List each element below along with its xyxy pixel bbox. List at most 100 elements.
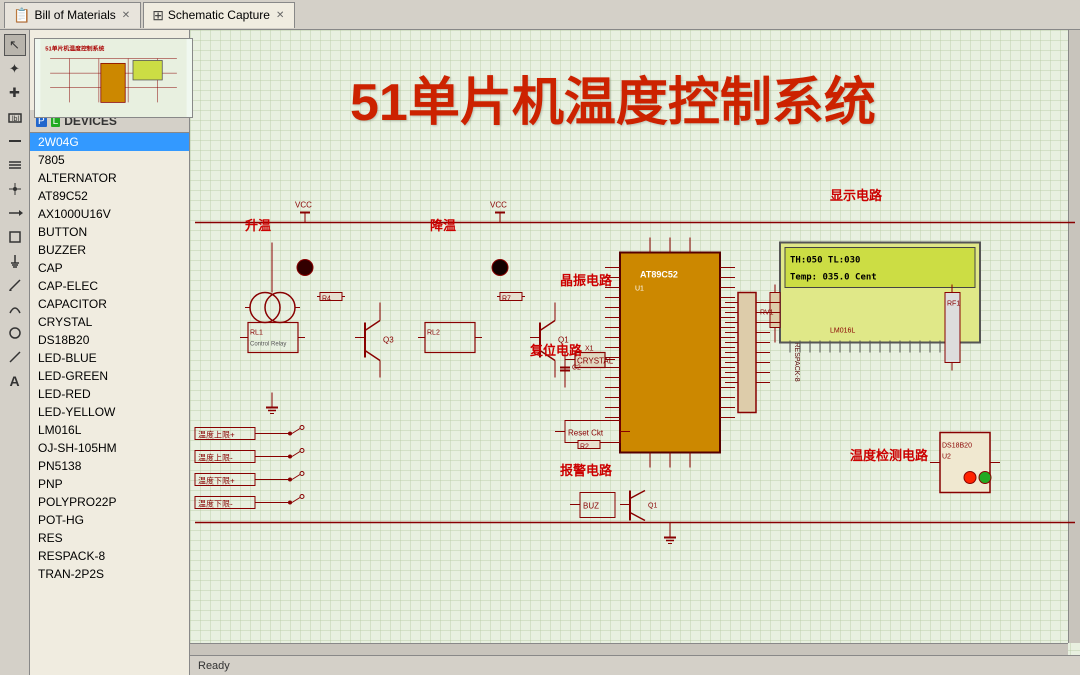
label-alarm-circuit: 报警电路 (560, 460, 612, 479)
device-item-LED-BLUE[interactable]: LED-BLUE (30, 349, 189, 367)
device-item-OJ-SH-105HM[interactable]: OJ-SH-105HM (30, 439, 189, 457)
device-item-AT89C52[interactable]: AT89C52 (30, 187, 189, 205)
tool-bus[interactable] (4, 154, 26, 176)
tab-bom[interactable]: 📋 Bill of Materials ✕ (4, 2, 141, 28)
tool-move[interactable]: ✦ (4, 58, 26, 80)
tool-text[interactable]: A (4, 370, 26, 392)
device-item-CAP-ELEC[interactable]: CAP-ELEC (30, 277, 189, 295)
thumbnail: 51单片机温度控制系统 (34, 38, 193, 118)
left-toolbar: ↖ ✦ ✚ lbl (0, 30, 30, 675)
tool-arrow[interactable] (4, 202, 26, 224)
svg-text:BUZ: BUZ (583, 502, 599, 511)
svg-text:温度上限+: 温度上限+ (198, 430, 235, 440)
side-panel: 51单片机温度控制系统 P L DE (30, 30, 190, 675)
tool-circle[interactable] (4, 322, 26, 344)
temp-detect-circuit: DS18B20 U2 (930, 433, 1000, 493)
vcc-1: VCC (295, 201, 312, 223)
device-item-BUTTON[interactable]: BUTTON (30, 223, 189, 241)
tab-bom-close[interactable]: ✕ (120, 9, 132, 22)
device-item-RES[interactable]: RES (30, 529, 189, 547)
relay-rl2: RL2 (418, 323, 482, 353)
resistor-r2: R2 (578, 441, 600, 451)
relay-rl1: RL1 Control Relay (240, 323, 305, 353)
temp-lower-minus: 温度下限- (195, 497, 280, 509)
temp-upper-minus: 温度上限- (195, 451, 280, 463)
mcu-at89c52: AT89C52 U1 (605, 238, 735, 468)
svg-text:U1: U1 (635, 286, 644, 293)
device-item-LED-GREEN[interactable]: LED-GREEN (30, 367, 189, 385)
reset-circuit: Reset Ckt (555, 421, 630, 443)
device-item-PN5138[interactable]: PN5138 (30, 457, 189, 475)
schematic-title: 51单片机温度控制系统 (350, 60, 876, 135)
svg-text:AT89C52: AT89C52 (640, 270, 678, 280)
resistor-r4: R4 (317, 293, 345, 303)
label-up-temp: 升温 (245, 215, 271, 234)
temp-lower-plus: 温度下限+ (195, 474, 280, 486)
tool-select[interactable]: ↖ (4, 34, 26, 56)
label-temp-detect: 温度检测电路 (850, 445, 928, 464)
svg-text:温度下限+: 温度下限+ (198, 476, 235, 486)
temp-upper-plus: 温度上限+ (195, 428, 280, 440)
transistor-q-alarm: Q1 (620, 491, 657, 521)
label-reset-circuit: 复位电路 (530, 340, 582, 359)
main-container: ↖ ✦ ✚ lbl (0, 30, 1080, 675)
tab-schematic[interactable]: ⊞ Schematic Capture ✕ (143, 2, 295, 28)
svg-text:R7: R7 (502, 296, 511, 303)
alarm-circuit: BUZ (570, 493, 615, 518)
tool-junction[interactable] (4, 178, 26, 200)
device-item-2W04G[interactable]: 2W04G (30, 133, 189, 151)
schematic-icon: ⊞ (152, 7, 164, 24)
svg-text:R4: R4 (322, 296, 331, 303)
svg-text:51单片机温度控制系统: 51单片机温度控制系统 (45, 45, 104, 53)
device-item-BUZZER[interactable]: BUZZER (30, 241, 189, 259)
tool-wire[interactable] (4, 130, 26, 152)
vcc-2: VCC (490, 201, 507, 223)
device-item-CAPACITOR[interactable]: CAPACITOR (30, 295, 189, 313)
svg-text:温度下限-: 温度下限- (198, 499, 233, 509)
device-item-POLYPRO22P[interactable]: POLYPRO22P (30, 493, 189, 511)
gnd-2 (664, 523, 676, 544)
device-item-RESPACK-8[interactable]: RESPACK-8 (30, 547, 189, 565)
resistor-r7: R7 (497, 293, 525, 303)
tool-component[interactable] (4, 226, 26, 248)
tool-power[interactable] (4, 250, 26, 272)
device-item-LED-YELLOW[interactable]: LED-YELLOW (30, 403, 189, 421)
svg-text:Control Relay: Control Relay (250, 342, 286, 348)
device-item-CAP[interactable]: CAP (30, 259, 189, 277)
svg-text:DS18B20: DS18B20 (942, 443, 972, 450)
svg-text:C2: C2 (572, 365, 581, 372)
potentiometer-rv1: RV1 (760, 285, 780, 343)
device-item-ALTERNATOR[interactable]: ALTERNATOR (30, 169, 189, 187)
device-item-CRYSTAL[interactable]: CRYSTAL (30, 313, 189, 331)
tab-schematic-close[interactable]: ✕ (274, 9, 286, 22)
device-item-PNP[interactable]: PNP (30, 475, 189, 493)
svg-text:lbl: lbl (12, 116, 19, 123)
device-item-LM016L[interactable]: LM016L (30, 421, 189, 439)
svg-text:R2: R2 (580, 444, 589, 451)
device-item-7805[interactable]: 7805 (30, 151, 189, 169)
tool-label[interactable]: lbl (4, 106, 26, 128)
label-display-circuit: 显示电路 (830, 185, 882, 204)
tool-line[interactable] (4, 346, 26, 368)
tool-add[interactable]: ✚ (4, 82, 26, 104)
device-item-AX1000U16V[interactable]: AX1000U16V (30, 205, 189, 223)
tab-bar: 📋 Bill of Materials ✕ ⊞ Schematic Captur… (0, 0, 1080, 30)
svg-text:RESPACK-8: RESPACK-8 (793, 343, 800, 382)
alternator-component (245, 243, 300, 323)
tool-pencil[interactable] (4, 274, 26, 296)
device-item-TRAN-2P2S[interactable]: TRAN-2P2S (30, 565, 189, 583)
tab-schematic-label: Schematic Capture (168, 8, 270, 22)
schematic-area[interactable]: 51单片机温度控制系统 RL1 Control Relay (190, 30, 1080, 675)
rf1-component: RF1 (945, 285, 960, 371)
transistor-q1-left: Q3 (355, 303, 394, 378)
svg-text:X1: X1 (585, 346, 594, 353)
svg-text:TH:050 TL:030: TH:050 TL:030 (790, 256, 860, 266)
device-item-POT-HG[interactable]: POT-HG (30, 511, 189, 529)
tool-arc[interactable] (4, 298, 26, 320)
device-item-DS18B20[interactable]: DS18B20 (30, 331, 189, 349)
device-list: 2W04G 7805 ALTERNATOR AT89C52 AX1000U16V… (30, 133, 189, 675)
svg-text:RF1: RF1 (947, 301, 960, 308)
gnd-1 (266, 393, 278, 414)
label-down-temp: 降温 (430, 215, 456, 234)
device-item-LED-RED[interactable]: LED-RED (30, 385, 189, 403)
